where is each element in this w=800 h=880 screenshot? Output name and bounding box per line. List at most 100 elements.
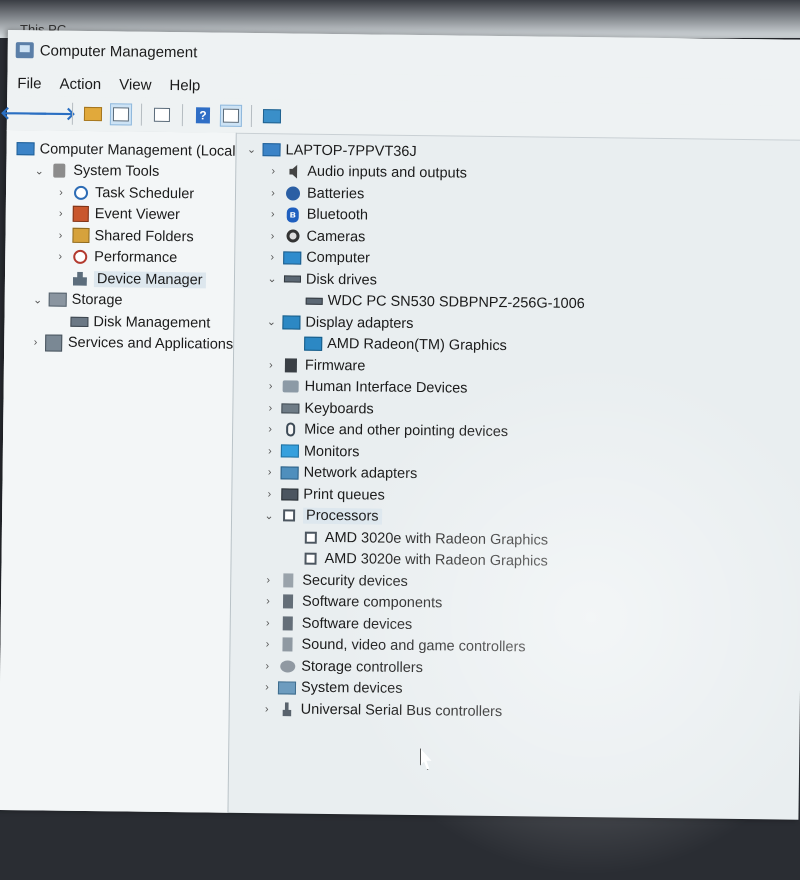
chevron-right-icon[interactable]: › bbox=[54, 208, 68, 220]
shared-folders-icon bbox=[71, 228, 89, 244]
chevron-down-icon[interactable]: ⌄ bbox=[265, 272, 279, 285]
show-hide-console-tree-button[interactable] bbox=[110, 103, 132, 125]
device-manager-icon bbox=[71, 271, 89, 287]
computer-management-icon bbox=[16, 42, 34, 58]
console-tree-item-performance[interactable]: ›Performance bbox=[5, 245, 234, 269]
mice-and-other-pointing-devices-icon bbox=[281, 422, 299, 438]
drive-shape-icon bbox=[283, 276, 300, 283]
console-tree-item-services-and-applications[interactable]: › Services and Applications bbox=[4, 331, 233, 355]
device-tree-item-label: LAPTOP-7PPVT36J bbox=[285, 142, 416, 160]
usb-shape-icon bbox=[282, 702, 291, 716]
event-viewer-icon bbox=[72, 206, 90, 222]
chevron-right-icon[interactable]: › bbox=[261, 617, 275, 629]
chevron-right-icon[interactable]: › bbox=[263, 402, 277, 414]
disk-shape-icon bbox=[70, 317, 88, 327]
forward-button[interactable]: 🡒 bbox=[41, 102, 63, 124]
console-tree-item-label: System Tools bbox=[73, 163, 159, 180]
human-interface-devices-icon bbox=[282, 379, 300, 395]
chip-shape-icon bbox=[285, 358, 297, 372]
stor-shape-icon bbox=[280, 660, 295, 672]
chevron-right-icon[interactable]: › bbox=[264, 359, 278, 371]
chevron-right-icon[interactable]: › bbox=[260, 660, 274, 672]
chevron-right-icon[interactable]: › bbox=[263, 445, 277, 457]
chevron-right-icon[interactable]: › bbox=[265, 230, 279, 242]
chevron-down-icon[interactable]: ⌄ bbox=[244, 143, 258, 156]
chevron-right-icon[interactable]: › bbox=[260, 681, 274, 693]
panes: Computer Management (Local⌄System Tools›… bbox=[0, 130, 800, 820]
up-folder-icon bbox=[84, 107, 102, 121]
universal-serial-bus-controllers-icon bbox=[278, 701, 296, 717]
device-tree-item-label: Network adapters bbox=[304, 465, 418, 482]
console-tree-item-label: Shared Folders bbox=[94, 228, 193, 245]
device-tree-item-label: Mice and other pointing devices bbox=[304, 422, 508, 440]
chevron-down-icon[interactable]: ⌄ bbox=[32, 164, 46, 177]
show-hide-console-tree-icon bbox=[113, 107, 129, 121]
menu-help[interactable]: Help bbox=[169, 76, 200, 93]
scan-hardware-button[interactable] bbox=[261, 105, 283, 127]
sec-shape-icon bbox=[283, 573, 293, 587]
console-tree-item-disk-management[interactable]: Disk Management bbox=[4, 310, 233, 334]
show-hide-action-pane-icon bbox=[223, 109, 239, 123]
performance-icon bbox=[71, 249, 89, 265]
console-tree-item-computer-management-local[interactable]: Computer Management (Local bbox=[6, 138, 235, 162]
device-tree-item-label: System devices bbox=[301, 680, 403, 697]
chevron-right-icon[interactable]: › bbox=[266, 187, 280, 199]
chevron-right-icon[interactable]: › bbox=[261, 574, 275, 586]
properties-button[interactable] bbox=[151, 104, 173, 126]
device-tree-item-label: Firmware bbox=[305, 357, 366, 374]
chevron-right-icon[interactable]: › bbox=[260, 703, 274, 715]
device-tree: ⌄ LAPTOP-7PPVT36J › Audio inputs and output… bbox=[228, 133, 800, 820]
chevron-right-icon[interactable]: › bbox=[30, 337, 41, 349]
chevron-right-icon[interactable]: › bbox=[53, 229, 67, 241]
toolbar-separator bbox=[182, 104, 183, 126]
console-tree-item-label: Services and Applications bbox=[68, 335, 233, 353]
menu-file[interactable]: File bbox=[17, 75, 41, 92]
device-tree-item-label: AMD 3020e with Radeon Graphics bbox=[324, 551, 547, 570]
menu-view[interactable]: View bbox=[119, 76, 151, 93]
cameras-icon bbox=[283, 228, 301, 244]
chevron-down-icon[interactable]: ⌄ bbox=[264, 315, 278, 328]
bluetooth-icon: ʙ bbox=[284, 207, 302, 223]
device-tree-item-label: AMD Radeon(TM) Graphics bbox=[327, 336, 507, 354]
chevron-right-icon[interactable]: › bbox=[262, 488, 276, 500]
chevron-right-icon[interactable]: › bbox=[266, 165, 280, 177]
console-tree-item-label: Event Viewer bbox=[95, 206, 180, 223]
console-tree-item-event-viewer[interactable]: › Event Viewer bbox=[6, 202, 235, 226]
chevron-right-icon[interactable]: › bbox=[266, 208, 280, 220]
software-components-icon bbox=[279, 594, 297, 610]
storage-controllers-icon bbox=[278, 658, 296, 674]
swc-shape-icon bbox=[283, 595, 293, 609]
chevron-right-icon[interactable]: › bbox=[265, 251, 279, 263]
device-tree-item-label: WDC PC SN530 SDBPNPZ-256G-1006 bbox=[328, 293, 585, 312]
software-devices-icon bbox=[279, 615, 297, 631]
chevron-right-icon[interactable]: › bbox=[263, 423, 277, 435]
chevron-right-icon[interactable]: › bbox=[261, 595, 275, 607]
up-one-level-button[interactable] bbox=[82, 103, 104, 125]
hid-shape-icon bbox=[283, 381, 299, 393]
console-tree-item-task-scheduler[interactable]: ›Task Scheduler bbox=[6, 181, 235, 205]
device-tree-item-label: Audio inputs and outputs bbox=[307, 164, 467, 182]
clock-shape-icon bbox=[74, 186, 88, 200]
chevron-right-icon[interactable]: › bbox=[263, 466, 277, 478]
menu-action[interactable]: Action bbox=[59, 75, 101, 93]
chevron-right-icon[interactable]: › bbox=[53, 251, 67, 263]
network-adapters-icon bbox=[281, 465, 299, 481]
console-tree-item-storage[interactable]: ⌄Storage bbox=[5, 288, 234, 312]
help-button[interactable]: ? bbox=[192, 104, 214, 126]
chevron-right-icon[interactable]: › bbox=[264, 380, 278, 392]
device-tree-item-label: Keyboards bbox=[304, 400, 374, 417]
console-tree-item-device-manager[interactable]: Device Manager bbox=[5, 267, 234, 291]
console-tree-item-system-tools[interactable]: ⌄ System Tools bbox=[6, 159, 235, 183]
properties-icon bbox=[154, 108, 170, 122]
bt-shape-icon: ʙ bbox=[287, 207, 299, 222]
device-tree-item-label: Software devices bbox=[302, 615, 413, 632]
chevron-down-icon[interactable]: ⌄ bbox=[262, 509, 276, 522]
chevron-down-icon[interactable]: ⌄ bbox=[31, 293, 45, 306]
cam-shape-icon bbox=[286, 230, 299, 243]
chevron-right-icon[interactable]: › bbox=[260, 638, 274, 650]
console-tree-item-shared-folders[interactable]: › Shared Folders bbox=[5, 224, 234, 248]
show-hide-action-pane-button[interactable] bbox=[220, 105, 242, 127]
chevron-right-icon[interactable]: › bbox=[54, 186, 68, 198]
print-shape-icon bbox=[281, 488, 298, 500]
task-scheduler-icon bbox=[72, 185, 90, 201]
